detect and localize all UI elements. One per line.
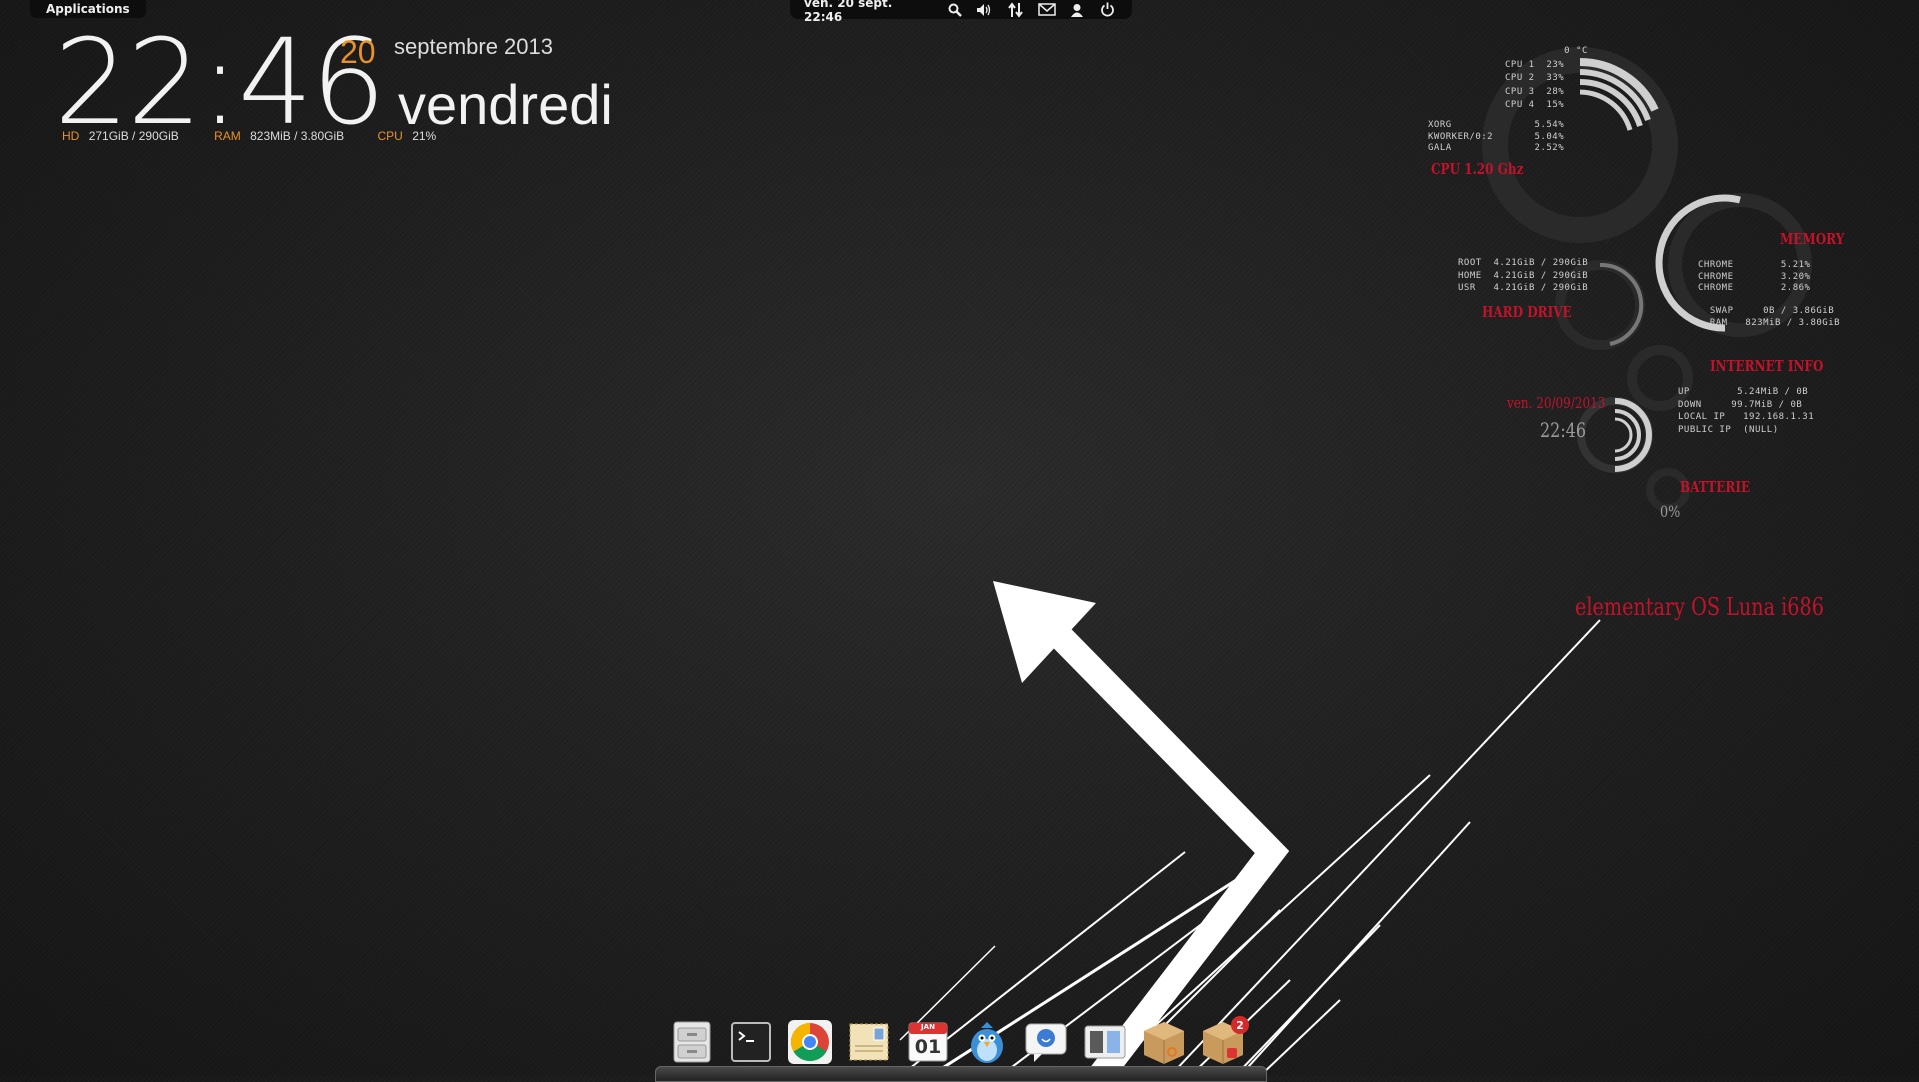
file-cabinet-icon: [673, 1021, 711, 1063]
conky-memory-title: MEMORY: [1780, 230, 1845, 248]
conky-battery-value: 0%: [1660, 502, 1681, 521]
postcard-mail-icon: [849, 1023, 889, 1061]
terminal-icon: [731, 1022, 771, 1062]
conky-hd-title: HARD DRIVE: [1482, 303, 1572, 321]
bird-icon: [971, 1022, 1003, 1063]
dock-updates-app[interactable]: 2: [1199, 1016, 1249, 1066]
conky-os-label: elementary OS Luna i686: [1575, 593, 1824, 621]
conky-rings-graphic: [1482, 47, 1812, 512]
conky-hd-block: ROOT 4.21GiB / 290GiB HOME 4.21GiB / 290…: [1458, 258, 1589, 293]
chat-bubble-icon: [1025, 1023, 1067, 1062]
conky-battery-title: BATTERIE: [1680, 478, 1751, 496]
calendar-day-label: 01: [914, 1036, 942, 1058]
conky-time: 22:46: [1540, 418, 1587, 442]
conky-top-processes: XORG 5.54% KWORKER/0:2 5.04% GALA 2.52%: [1428, 120, 1565, 153]
dock-mail-app[interactable]: [845, 1018, 893, 1066]
dock: JAN 01 2: [668, 1016, 1249, 1066]
update-count-badge: 2: [1231, 1016, 1249, 1034]
conky-cpu-cores: 0 °C CPU 1 23% CPU 2 33% CPU 3 28% CPU 4…: [1505, 46, 1588, 110]
calendar-month-label: JAN: [921, 1023, 935, 1031]
dock-software-center-app[interactable]: [1140, 1018, 1188, 1066]
workspaces-icon: [1084, 1025, 1126, 1059]
dock-chrome-app[interactable]: [786, 1018, 834, 1066]
dock-shelf: [655, 1066, 1267, 1082]
conky-cpu-title: CPU 1.20 Ghz: [1431, 160, 1524, 178]
dock-files-app[interactable]: [668, 1018, 716, 1066]
package-box-icon: [1144, 1022, 1184, 1064]
conky-net-title: INTERNET INFO: [1710, 357, 1824, 375]
conky-memory-block: CHROME 5.21% CHROME 3.20% CHROME 2.86% S…: [1698, 260, 1841, 328]
conky-date: ven. 20/09/2013: [1507, 394, 1606, 412]
dock-calendar-app[interactable]: JAN 01: [904, 1018, 952, 1066]
chrome-icon: [788, 1020, 832, 1064]
dock-twitter-app[interactable]: [963, 1018, 1011, 1066]
dock-multitasking-view[interactable]: [1081, 1018, 1129, 1066]
dock-chat-app[interactable]: [1022, 1018, 1070, 1066]
conky-net-block: UP 5.24MiB / 0B DOWN 99.7MiB / 0B LOCAL …: [1678, 387, 1815, 435]
dock-terminal-app[interactable]: [727, 1018, 775, 1066]
